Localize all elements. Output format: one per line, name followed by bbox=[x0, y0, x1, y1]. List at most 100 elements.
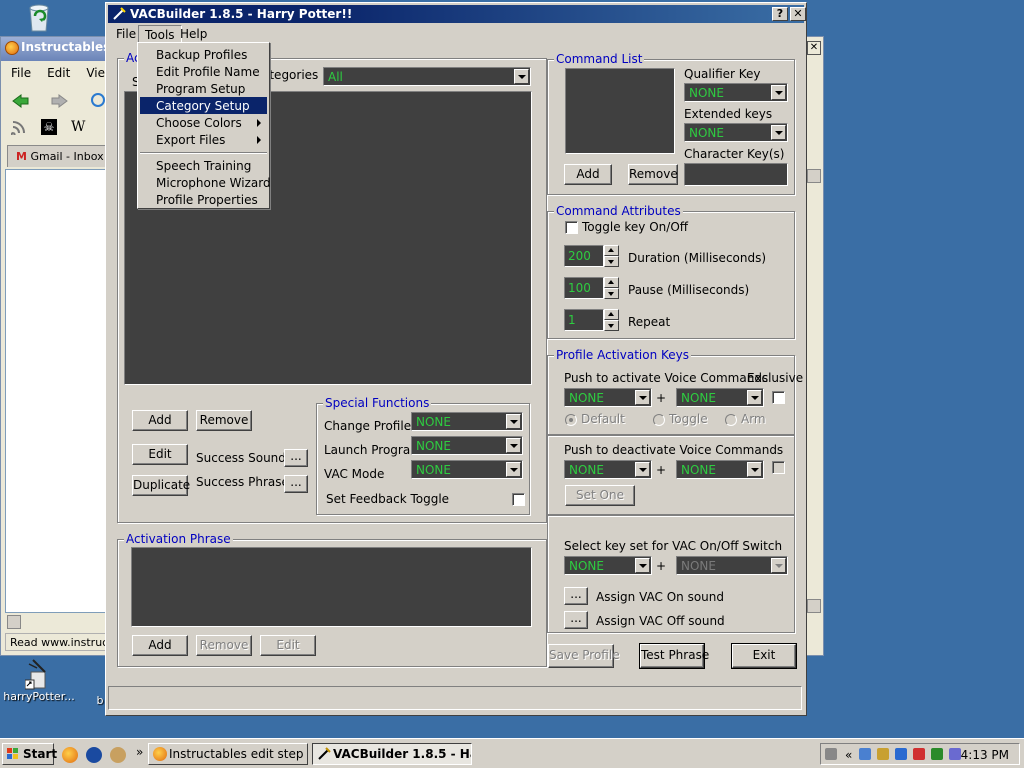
command-add-button[interactable]: Add bbox=[564, 164, 612, 185]
user-tray-icon[interactable] bbox=[949, 748, 961, 760]
chevron-down-icon[interactable] bbox=[506, 462, 521, 477]
background-browser-window[interactable]: Instructables File Edit View ☠ W M Gmail -… bbox=[0, 36, 115, 656]
rss-icon[interactable] bbox=[10, 119, 27, 137]
arm-radio[interactable] bbox=[725, 414, 737, 426]
menu-item-category-setup[interactable]: Category Setup bbox=[140, 97, 267, 114]
deactivate-key1-select[interactable]: NONE bbox=[564, 460, 652, 479]
security-tray-icon[interactable] bbox=[895, 748, 907, 760]
default-radio[interactable] bbox=[565, 414, 577, 426]
pause-input[interactable]: 100 bbox=[564, 277, 604, 299]
browser-tab-gmail[interactable]: M Gmail - Inbox bbox=[7, 145, 111, 167]
chevron-down-icon[interactable] bbox=[506, 438, 521, 453]
phrase-edit-button[interactable]: Edit bbox=[260, 635, 316, 656]
quicklaunch-more[interactable]: » bbox=[136, 745, 143, 759]
help-button[interactable]: ? bbox=[772, 7, 788, 21]
pause-spinner[interactable] bbox=[604, 277, 619, 299]
spin-up-icon[interactable] bbox=[604, 277, 619, 288]
menu-item-program-setup[interactable]: Program Setup bbox=[140, 80, 267, 97]
browser-title-bar[interactable]: Instructables bbox=[1, 37, 111, 61]
success-sound-browse-button[interactable]: ... bbox=[284, 449, 308, 467]
action-duplicate-button[interactable]: Duplicate bbox=[132, 475, 190, 496]
menu-help[interactable]: Help bbox=[174, 25, 213, 43]
tray-more[interactable]: « bbox=[845, 748, 852, 762]
activation-phrase-list[interactable] bbox=[131, 547, 532, 627]
phrase-add-button[interactable]: Add bbox=[132, 635, 188, 656]
change-profile-select[interactable]: NONE bbox=[411, 412, 523, 431]
meter-tray-icon[interactable] bbox=[931, 748, 943, 760]
menu-item-speech-training[interactable]: Speech Training bbox=[140, 157, 267, 174]
window-title-bar[interactable]: VACBuilder 1.8.5 - Harry Potter!! ? ✕ bbox=[108, 5, 806, 23]
antivirus-tray-icon[interactable] bbox=[913, 748, 925, 760]
chevron-down-icon[interactable] bbox=[635, 462, 650, 477]
spin-down-icon[interactable] bbox=[604, 320, 619, 331]
test-phrase-button[interactable]: Test Phrase bbox=[639, 643, 709, 669]
toggle-radio[interactable] bbox=[653, 414, 665, 426]
action-add-button[interactable]: Add bbox=[132, 410, 188, 431]
save-profile-button[interactable]: Save Profile bbox=[548, 644, 620, 668]
menu-item-profile-properties[interactable]: Profile Properties bbox=[140, 191, 267, 208]
chevron-down-icon[interactable] bbox=[506, 414, 521, 429]
action-edit-button[interactable]: Edit bbox=[132, 444, 188, 465]
character-keys-input[interactable] bbox=[684, 163, 788, 186]
wikipedia-icon[interactable]: W bbox=[71, 119, 87, 135]
vac-mode-select[interactable]: NONE bbox=[411, 460, 523, 479]
task-button-instructables[interactable]: Instructables edit step 3 ... bbox=[148, 743, 308, 765]
extended-keys-select[interactable]: NONE bbox=[684, 123, 788, 142]
vac-switch-key2-select[interactable]: NONE bbox=[676, 556, 788, 575]
chevron-down-icon[interactable] bbox=[771, 85, 786, 100]
microphone-tray-icon[interactable] bbox=[825, 748, 837, 760]
menu-item-export-files[interactable]: Export Files bbox=[140, 131, 267, 148]
browser-close-icon[interactable]: ✕ bbox=[807, 41, 821, 55]
chevron-down-icon[interactable] bbox=[514, 69, 529, 84]
spin-up-icon[interactable] bbox=[604, 245, 619, 256]
task-button-vacbuilder[interactable]: VACBuilder 1.8.5 - Har... bbox=[312, 743, 472, 765]
exit-button[interactable]: Exit bbox=[731, 643, 797, 669]
pirate-icon[interactable]: ☠ bbox=[41, 119, 57, 135]
spin-up-icon[interactable] bbox=[604, 309, 619, 320]
spin-down-icon[interactable] bbox=[604, 288, 619, 299]
harry-potter-shortcut[interactable]: harryPotter... bbox=[2, 658, 76, 703]
vac-on-sound-browse-button[interactable]: ... bbox=[564, 587, 588, 605]
repeat-spinner[interactable] bbox=[604, 309, 619, 331]
success-phrase-browse-button[interactable]: ... bbox=[284, 475, 308, 493]
close-button[interactable]: ✕ bbox=[790, 7, 806, 21]
action-remove-button[interactable]: Remove bbox=[196, 410, 252, 431]
recycle-bin-icon[interactable] bbox=[24, 2, 54, 32]
headphones-quicklaunch-icon[interactable] bbox=[110, 747, 126, 763]
browser-forward-icon[interactable] bbox=[51, 93, 69, 109]
info-quicklaunch-icon[interactable] bbox=[86, 747, 102, 763]
menu-item-backup-profiles[interactable]: Backup Profiles bbox=[140, 46, 267, 63]
vac-off-sound-browse-button[interactable]: ... bbox=[564, 611, 588, 629]
background-browser-right-edge[interactable]: ✕ bbox=[806, 36, 824, 656]
categories-select[interactable]: All bbox=[323, 67, 531, 86]
activate-key1-select[interactable]: NONE bbox=[564, 388, 652, 407]
menu-item-edit-profile-name[interactable]: Edit Profile Name bbox=[140, 63, 267, 80]
launch-program-select[interactable]: NONE bbox=[411, 436, 523, 455]
menu-item-microphone-wizard[interactable]: Microphone Wizard bbox=[140, 174, 271, 191]
set-one-button[interactable]: Set One bbox=[565, 485, 635, 506]
browser-back-icon[interactable] bbox=[11, 93, 29, 109]
qualifier-key-select[interactable]: NONE bbox=[684, 83, 788, 102]
browser-scroll-up-icon[interactable] bbox=[807, 169, 821, 183]
chevron-down-icon[interactable] bbox=[747, 390, 762, 405]
repeat-input[interactable]: 1 bbox=[564, 309, 604, 331]
browser-reload-icon[interactable] bbox=[91, 93, 105, 107]
chevron-down-icon[interactable] bbox=[747, 462, 762, 477]
command-remove-button[interactable]: Remove bbox=[628, 164, 678, 185]
spin-down-icon[interactable] bbox=[604, 256, 619, 267]
set-feedback-toggle-checkbox[interactable] bbox=[512, 493, 525, 506]
command-list-box[interactable] bbox=[565, 68, 675, 154]
activate-key2-select[interactable]: NONE bbox=[676, 388, 764, 407]
menu-item-choose-colors[interactable]: Choose Colors bbox=[140, 114, 267, 131]
browser-menu-edit[interactable]: Edit bbox=[37, 63, 76, 80]
browser-scroll-down-icon[interactable] bbox=[807, 599, 821, 613]
browser-menu-file[interactable]: File bbox=[1, 63, 37, 80]
phrase-remove-button[interactable]: Remove bbox=[196, 635, 252, 656]
vacbuilder-window[interactable]: VACBuilder 1.8.5 - Harry Potter!! ? ✕ Fi… bbox=[105, 2, 807, 716]
chevron-down-icon[interactable] bbox=[771, 125, 786, 140]
firefox-quicklaunch-icon[interactable] bbox=[62, 747, 78, 763]
deactivate-checkbox[interactable] bbox=[772, 461, 785, 474]
browser-scroll-left-icon[interactable] bbox=[7, 615, 21, 629]
chevron-down-icon[interactable] bbox=[771, 558, 786, 573]
network-tray-icon[interactable] bbox=[859, 748, 871, 760]
